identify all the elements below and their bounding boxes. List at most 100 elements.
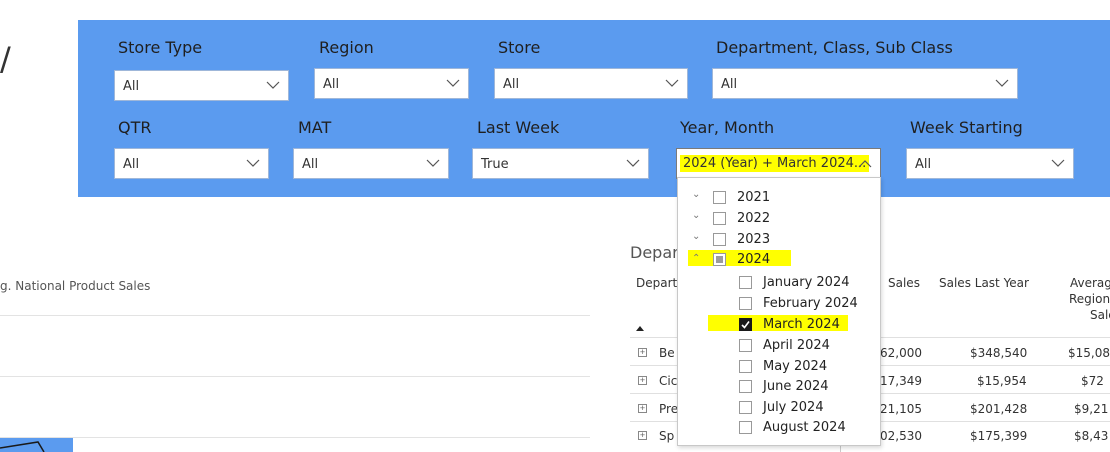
- gridline: [0, 437, 590, 438]
- row-department: Be: [659, 346, 675, 360]
- year-label: 2023: [737, 232, 771, 247]
- row-sales: 62,000: [880, 346, 922, 360]
- chevron-down-icon[interactable]: ⌄: [692, 189, 700, 200]
- chevron-down-icon: [266, 81, 280, 89]
- row-avg: $9,21: [1074, 402, 1109, 416]
- store-label: Store: [498, 38, 541, 57]
- month-label: August 2024: [763, 420, 846, 435]
- month-option[interactable]: June 2024: [678, 377, 878, 397]
- year-option-2021[interactable]: ⌄ 2021: [678, 188, 878, 208]
- store-type-value: All: [123, 79, 140, 94]
- store-value: All: [503, 77, 520, 92]
- mat-dropdown[interactable]: All: [293, 148, 449, 179]
- chevron-down-icon: [995, 79, 1009, 87]
- checkbox[interactable]: [739, 297, 752, 310]
- month-label: January 2024: [763, 275, 850, 290]
- year-month-popup[interactable]: ⌄ 2021 ⌄ 2022 ⌄ 2023 ⌃ 2024 January 2024…: [677, 177, 881, 446]
- checkbox[interactable]: [713, 191, 726, 204]
- sort-ascending-icon[interactable]: [636, 326, 644, 331]
- col-header-sales-last-year[interactable]: Sales Last Year: [939, 276, 1029, 290]
- chevron-down-icon[interactable]: ⌄: [692, 210, 700, 221]
- mat-value: All: [302, 157, 319, 172]
- month-option[interactable]: July 2024: [678, 398, 878, 418]
- gridline: [0, 376, 590, 377]
- col-header-sales[interactable]: Sales: [888, 276, 920, 290]
- year-month-value: 2024 (Year) + March 2024...: [680, 155, 870, 172]
- row-sales: 17,349: [880, 374, 922, 388]
- row-department: Pre: [659, 402, 679, 416]
- mat-label: MAT: [298, 118, 332, 137]
- checkbox[interactable]: [739, 401, 752, 414]
- month-option[interactable]: April 2024: [678, 336, 878, 356]
- year-label: 2024: [737, 252, 771, 267]
- month-label: June 2024: [763, 379, 829, 394]
- chart-line: [0, 441, 45, 452]
- qtr-value: All: [123, 157, 140, 172]
- qtr-label: QTR: [118, 118, 152, 137]
- store-type-label: Store Type: [118, 38, 203, 57]
- chevron-down-icon: [426, 159, 440, 167]
- checkbox[interactable]: [739, 380, 752, 393]
- last-week-dropdown[interactable]: True: [472, 148, 649, 179]
- row-sales-ly: $348,540: [970, 346, 1028, 360]
- gridline: [0, 315, 590, 316]
- checkbox[interactable]: [739, 360, 752, 373]
- row-sales-ly: $15,954: [977, 374, 1027, 388]
- checkbox[interactable]: [713, 233, 726, 246]
- month-option[interactable]: May 2024: [678, 357, 878, 377]
- month-option[interactable]: August 2024: [678, 418, 878, 438]
- row-sales: 02,530: [880, 429, 922, 443]
- col-header-avg-line1[interactable]: Averag: [1070, 276, 1110, 290]
- expand-icon[interactable]: +: [638, 376, 647, 385]
- row-sales-ly: $201,428: [970, 402, 1028, 416]
- checkbox-checked[interactable]: [739, 318, 752, 331]
- row-avg: $8,43: [1074, 429, 1109, 443]
- region-dropdown[interactable]: All: [314, 68, 469, 99]
- week-starting-label: Week Starting: [910, 118, 1023, 137]
- week-starting-dropdown[interactable]: All: [906, 148, 1074, 179]
- department-value: All: [721, 77, 738, 92]
- checkbox-partial[interactable]: [713, 253, 726, 266]
- row-avg: $72: [1081, 374, 1104, 388]
- row-department: Cic: [659, 374, 678, 388]
- checkbox[interactable]: [739, 339, 752, 352]
- filter-panel: Store Type All Region All Store All Depa…: [78, 20, 1110, 197]
- month-option-selected[interactable]: March 2024: [678, 315, 878, 335]
- month-label: May 2024: [763, 359, 828, 374]
- month-label: April 2024: [763, 338, 830, 353]
- expand-icon[interactable]: +: [638, 431, 647, 440]
- chevron-down-icon: [1051, 159, 1065, 167]
- department-dropdown[interactable]: All: [712, 68, 1018, 99]
- chevron-down-icon: [626, 159, 640, 167]
- year-month-dropdown[interactable]: 2024 (Year) + March 2024...: [676, 148, 881, 179]
- col-header-avg-line3: Sale: [1090, 308, 1110, 322]
- col-header-department[interactable]: Depart: [636, 276, 677, 290]
- row-department: Sp: [659, 429, 675, 443]
- chevron-down-icon[interactable]: ⌄: [692, 231, 700, 242]
- page-title-fragment: /: [0, 40, 11, 78]
- qtr-dropdown[interactable]: All: [114, 148, 269, 179]
- store-dropdown[interactable]: All: [494, 68, 688, 99]
- checkmark-icon: [741, 321, 750, 329]
- month-label: March 2024: [763, 317, 840, 332]
- row-avg: $15,08: [1068, 346, 1110, 360]
- year-option-2022[interactable]: ⌄ 2022: [678, 209, 878, 229]
- month-option[interactable]: February 2024: [678, 294, 878, 314]
- expand-icon[interactable]: +: [638, 404, 647, 413]
- year-label: 2021: [737, 190, 771, 205]
- expand-icon[interactable]: +: [638, 348, 647, 357]
- row-sales: 21,105: [880, 402, 922, 416]
- year-option-2024[interactable]: ⌃ 2024: [678, 250, 878, 270]
- department-label: Department, Class, Sub Class: [716, 38, 953, 57]
- month-option[interactable]: January 2024: [678, 273, 878, 293]
- checkbox[interactable]: [739, 421, 752, 434]
- month-label: February 2024: [763, 296, 858, 311]
- year-option-2023[interactable]: ⌄ 2023: [678, 230, 878, 250]
- col-header-avg-line2: Region: [1069, 292, 1110, 306]
- checkbox[interactable]: [713, 212, 726, 225]
- store-type-dropdown[interactable]: All: [114, 70, 289, 101]
- chevron-up-icon[interactable]: ⌃: [692, 253, 700, 264]
- row-sales-ly: $175,399: [970, 429, 1028, 443]
- checkbox[interactable]: [739, 276, 752, 289]
- month-label: July 2024: [763, 400, 824, 415]
